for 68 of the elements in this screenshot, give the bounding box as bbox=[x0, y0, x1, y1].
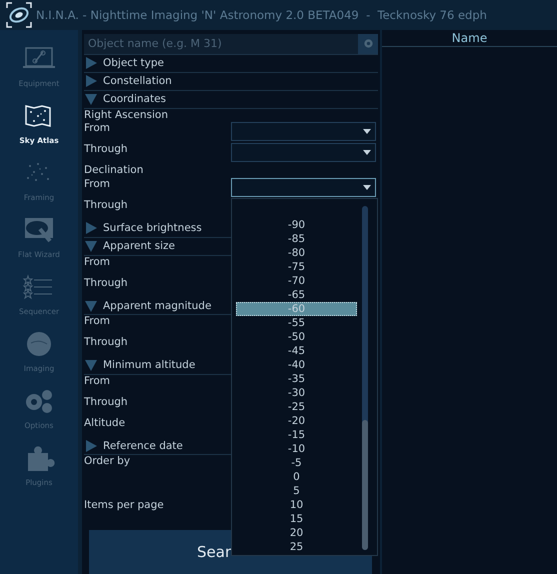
dropdown-option[interactable]: -10 bbox=[236, 442, 357, 456]
field-label: Through bbox=[84, 396, 128, 408]
expanded-triangle-icon[interactable] bbox=[84, 298, 98, 313]
dropdown-field[interactable] bbox=[231, 122, 376, 142]
scrollbar[interactable] bbox=[362, 206, 368, 550]
dropdown-option[interactable]: -50 bbox=[236, 330, 357, 344]
filter-section[interactable]: Coordinates bbox=[84, 90, 378, 109]
field-label: From bbox=[84, 178, 110, 190]
dropdown-option[interactable]: -35 bbox=[236, 372, 357, 386]
caret-icon bbox=[363, 185, 371, 190]
dropdown-option[interactable]: -30 bbox=[236, 386, 357, 400]
dropdown-option[interactable]: -20 bbox=[236, 414, 357, 428]
search-field[interactable]: Object name (e.g. M 31) bbox=[84, 34, 358, 54]
field-label: From bbox=[84, 374, 110, 387]
field-label: Through bbox=[84, 276, 128, 289]
dropdown-option[interactable]: -15 bbox=[236, 428, 357, 442]
section-label: Apparent magnitude bbox=[103, 300, 212, 312]
section-label: Surface brightness bbox=[103, 222, 202, 234]
dropdown-option[interactable]: -25 bbox=[236, 400, 357, 414]
group-heading: Right Ascension bbox=[84, 108, 168, 121]
dropdown-field[interactable] bbox=[231, 143, 376, 162]
dropdown-option[interactable]: -90 bbox=[236, 218, 357, 232]
filter-section[interactable]: Constellation bbox=[84, 72, 378, 91]
dropdown-field[interactable] bbox=[231, 178, 376, 198]
field-label: Through bbox=[84, 143, 128, 156]
app-logo bbox=[6, 2, 32, 28]
field-label: Items per page bbox=[84, 499, 164, 512]
dropdown-option[interactable]: -40 bbox=[236, 358, 357, 372]
filter-section[interactable]: Object type bbox=[84, 54, 378, 73]
dropdown-option[interactable]: 0 bbox=[236, 470, 357, 484]
field-label: From bbox=[84, 122, 110, 134]
dropdown-option[interactable]: -5 bbox=[236, 456, 357, 470]
collapsed-triangle-icon[interactable] bbox=[84, 438, 98, 453]
section-label: Minimum altitude bbox=[103, 359, 196, 372]
dropdown-option[interactable]: -85 bbox=[236, 232, 357, 246]
field-label: Through bbox=[84, 336, 128, 348]
expanded-triangle-icon[interactable] bbox=[84, 358, 98, 372]
window-title: N.I.N.A. - Nighttime Imaging 'N' Astronomy 2.0 BETA049 - Tecknosky 76 edph bbox=[36, 8, 487, 22]
expanded-triangle-icon[interactable] bbox=[84, 239, 98, 254]
field-label: Order by bbox=[84, 455, 130, 468]
dropdown-option[interactable]: -65 bbox=[236, 288, 357, 302]
dropdown-option[interactable]: 10 bbox=[236, 498, 357, 512]
dropdown-option[interactable]: -55 bbox=[236, 316, 357, 330]
section-label: Constellation bbox=[103, 75, 172, 88]
caret-icon bbox=[363, 150, 371, 156]
dropdown-option[interactable]: -80 bbox=[236, 246, 357, 260]
field-label: Through bbox=[84, 198, 128, 211]
section-label: Object type bbox=[103, 57, 164, 70]
field-label: Altitude bbox=[84, 416, 126, 429]
settings-icon[interactable] bbox=[358, 34, 378, 54]
field-label: From bbox=[84, 256, 110, 268]
section-label: Coordinates bbox=[103, 93, 166, 106]
field-label: From bbox=[84, 315, 110, 328]
dropdown-option[interactable]: 5 bbox=[236, 484, 357, 498]
dropdown-option[interactable]: 25 bbox=[236, 540, 357, 554]
collapsed-triangle-icon[interactable] bbox=[84, 74, 98, 88]
group-heading: Declination bbox=[84, 164, 144, 176]
dropdown-option[interactable]: -45 bbox=[236, 344, 357, 358]
collapsed-triangle-icon[interactable] bbox=[84, 56, 98, 70]
dropdown-option[interactable]: -70 bbox=[236, 274, 357, 288]
section-label: Apparent size bbox=[103, 240, 175, 252]
collapsed-triangle-icon[interactable] bbox=[84, 221, 98, 236]
section-label: Reference date bbox=[103, 440, 183, 452]
dropdown-option[interactable]: -75 bbox=[236, 260, 357, 274]
column-header[interactable]: Name bbox=[382, 30, 557, 47]
dropdown-option[interactable]: 15 bbox=[236, 512, 357, 526]
expanded-triangle-icon[interactable] bbox=[84, 92, 98, 106]
caret-icon bbox=[363, 129, 371, 134]
